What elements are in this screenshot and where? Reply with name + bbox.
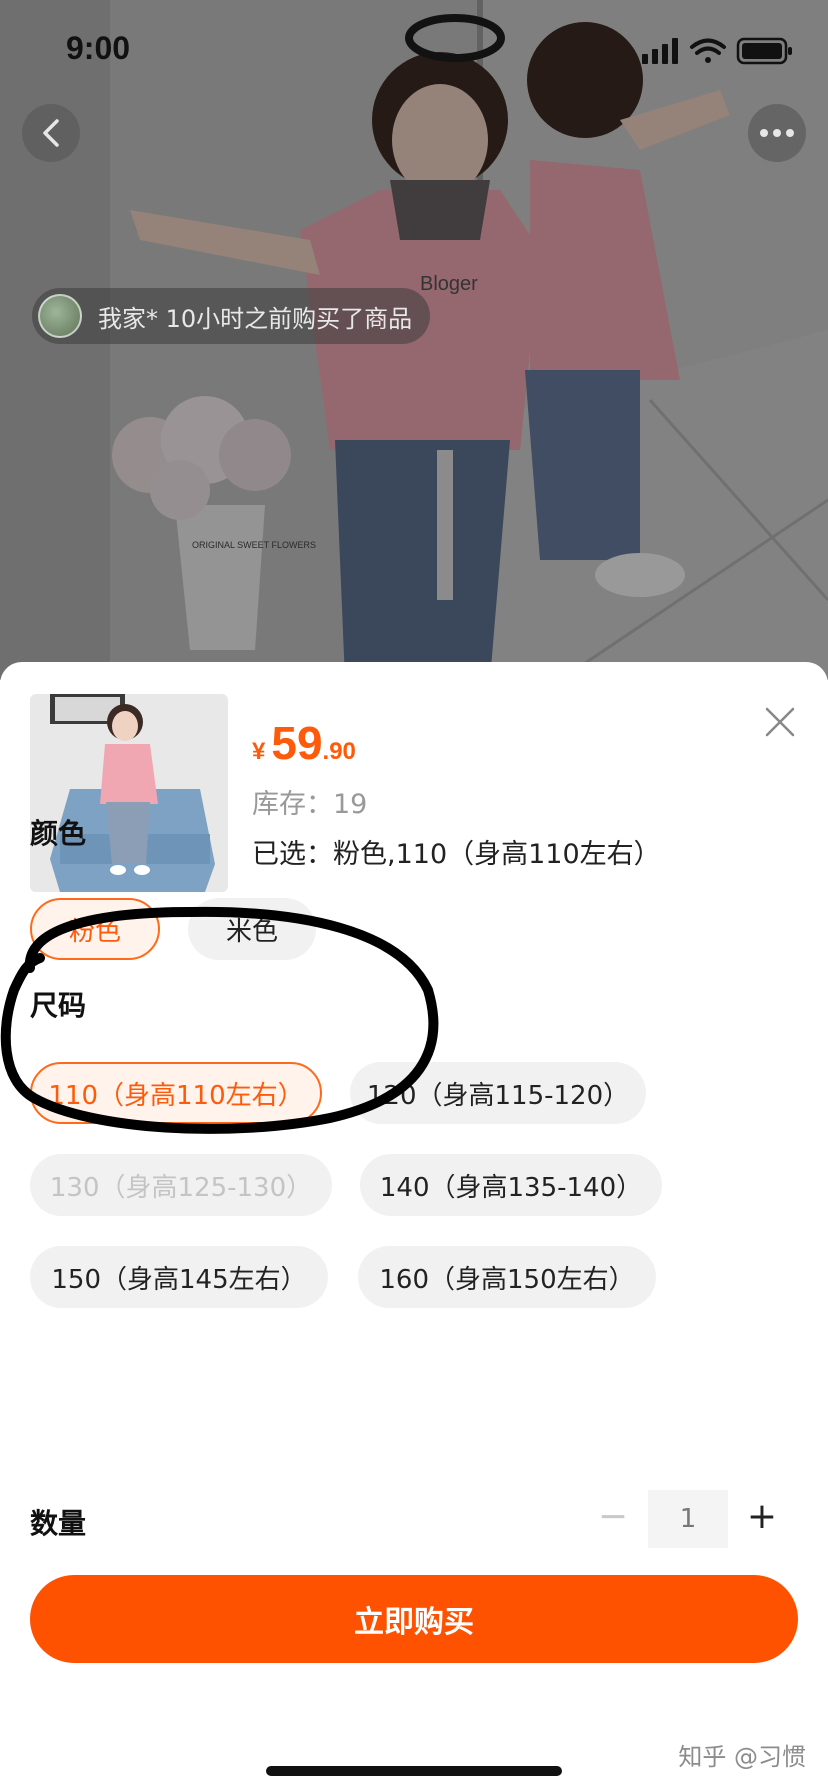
size-option-150[interactable]: 150（身高145左右） (30, 1246, 328, 1308)
color-option-pink[interactable]: 粉色 (30, 898, 160, 960)
watermark: 知乎 @习惯 (678, 1743, 806, 1771)
more-dots-icon (760, 129, 794, 137)
status-time: 9:00 (66, 30, 131, 66)
size-option-160[interactable]: 160（身高150左右） (358, 1246, 656, 1308)
status-bar: 9:00 (0, 0, 828, 100)
price-integer: 59 (271, 717, 323, 769)
size-section-title: 尺码 (30, 989, 87, 1022)
price-decimal: .90 (322, 738, 356, 765)
size-option-110[interactable]: 110（身高110左右） (30, 1062, 322, 1124)
signal-icon (642, 38, 678, 64)
buy-now-button[interactable]: 立即购买 (30, 1575, 798, 1663)
color-section-title: 颜色 (30, 817, 87, 850)
more-button[interactable] (748, 104, 806, 162)
size-option-130: 130（身高125-130） (30, 1154, 332, 1216)
quantity-plus-button[interactable]: + (744, 1488, 780, 1544)
color-option-beige[interactable]: 米色 (188, 898, 316, 960)
close-button[interactable] (760, 702, 800, 742)
back-arrow-icon (43, 119, 59, 147)
quantity-input[interactable]: 1 (648, 1490, 728, 1548)
selected-summary: 已选：粉色,110（身高110左右） (252, 839, 661, 870)
buyer-avatar (38, 294, 82, 338)
stock-count: 库存：19 (252, 789, 368, 820)
buyer-notice-text: 我家* 10小时之前购买了商品 (98, 304, 413, 333)
wifi-icon (690, 38, 726, 63)
back-button[interactable] (22, 104, 80, 162)
price: ¥59.90 (252, 716, 356, 770)
status-icons (642, 36, 794, 70)
home-indicator[interactable] (266, 1766, 562, 1776)
product-thumbnail[interactable] (30, 694, 228, 892)
quantity-label: 数量 (30, 1507, 87, 1540)
size-option-140[interactable]: 140（身高135-140） (360, 1154, 662, 1216)
close-icon (765, 707, 795, 737)
battery-icon (736, 37, 792, 65)
sku-selector-sheet: ¥59.90 库存：19 已选：粉色,110（身高110左右） 颜色 粉色 米色… (0, 662, 828, 1792)
size-option-120[interactable]: 120（身高115-120） (350, 1062, 646, 1124)
price-currency: ¥ (252, 738, 266, 765)
recent-buyer-notice: 我家* 10小时之前购买了商品 (32, 288, 430, 344)
quantity-minus-button[interactable]: − (596, 1488, 630, 1544)
